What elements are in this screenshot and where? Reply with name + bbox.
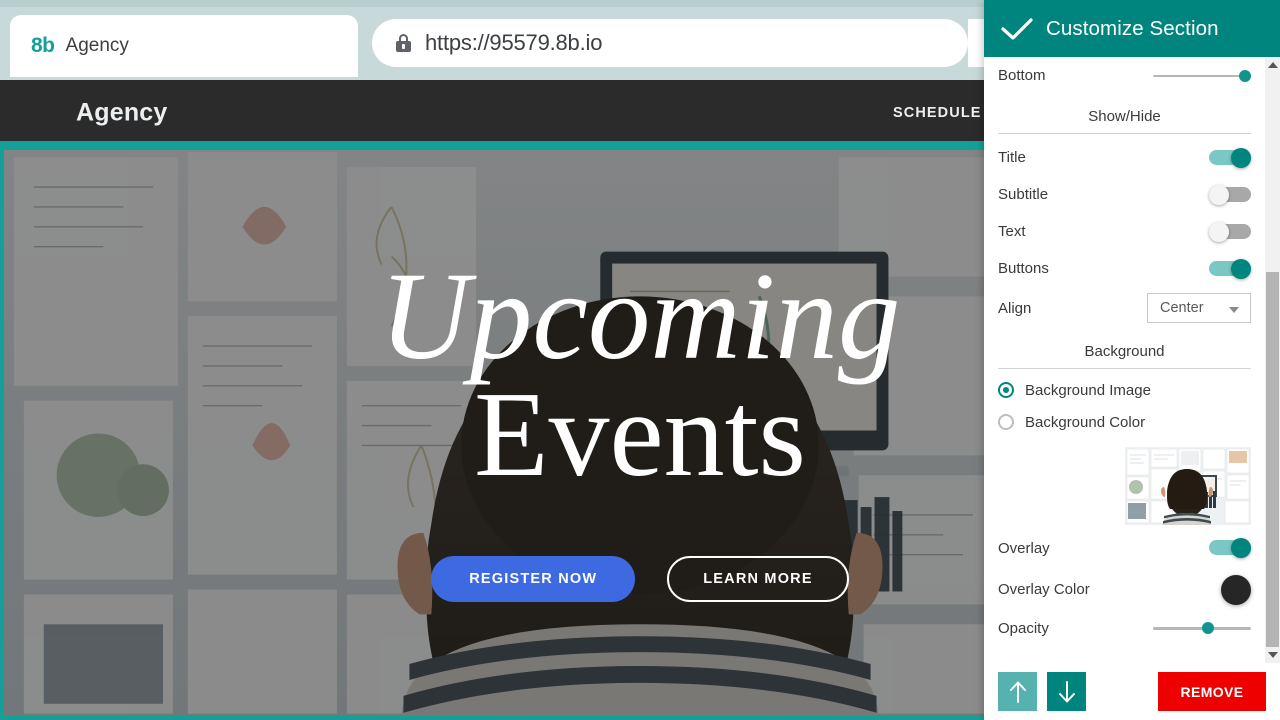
app-root: 8b Agency https://95579.8b.io Agency SCH… [0, 0, 1280, 720]
check-icon[interactable] [999, 15, 1035, 43]
toggle-row-text: Text [998, 213, 1251, 250]
browser-tab[interactable]: 8b Agency [10, 15, 358, 77]
arrow-down-icon [1058, 680, 1075, 702]
radio-label-background-color: Background Color [1025, 413, 1146, 431]
bottom-spacing-slider[interactable] [1153, 67, 1251, 85]
background-section-label: Background [998, 329, 1251, 369]
toggle-subtitle[interactable] [1209, 184, 1251, 205]
address-bar[interactable]: https://95579.8b.io [372, 19, 968, 67]
scrollbar-up-arrow-icon[interactable] [1265, 57, 1280, 73]
tab-title: Agency [65, 35, 129, 56]
align-select[interactable]: Center [1147, 293, 1251, 323]
overlay-label: Overlay [998, 539, 1050, 557]
tab-favicon-8b: 8b [31, 34, 55, 57]
toggle-label-text: Text [998, 223, 1026, 240]
nav-link-schedule[interactable]: SCHEDULE [893, 105, 982, 121]
opacity-slider[interactable] [1153, 619, 1251, 637]
hero-title-line1: Upcoming [379, 247, 901, 386]
toggle-label-subtitle: Subtitle [998, 186, 1049, 203]
toggle-overlay[interactable] [1209, 538, 1251, 558]
scrollbar-down-arrow-icon[interactable] [1265, 647, 1280, 663]
opacity-label: Opacity [998, 619, 1049, 637]
overlay-color-row: Overlay Color [998, 571, 1251, 608]
move-section-up-button[interactable] [998, 672, 1037, 711]
bottom-spacing-row: Bottom [998, 57, 1251, 94]
radio-background-image[interactable] [998, 382, 1014, 398]
panel-header: Customize Section [984, 0, 1280, 57]
radio-label-background-image: Background Image [1025, 381, 1151, 399]
url-text: https://95579.8b.io [425, 30, 603, 55]
remove-section-button[interactable]: REMOVE [1158, 672, 1266, 711]
panel-body: Bottom Show/Hide Title Subtitle Text But… [984, 57, 1265, 663]
toggle-row-title: Title [998, 139, 1251, 176]
chevron-down-icon [1229, 307, 1239, 313]
toggle-buttons[interactable] [1209, 258, 1251, 279]
background-image-thumbnail[interactable] [1125, 447, 1251, 525]
register-now-button[interactable]: REGISTER NOW [431, 555, 636, 602]
overlay-color-swatch[interactable] [1221, 574, 1251, 605]
opacity-row: Opacity [998, 608, 1251, 648]
toggle-row-subtitle: Subtitle [998, 176, 1251, 213]
panel-footer: REMOVE [984, 663, 1280, 720]
radio-row-background-image[interactable]: Background Image [998, 374, 1251, 406]
toggle-text[interactable] [1209, 221, 1251, 242]
panel-title: Customize Section [1046, 16, 1219, 40]
radio-background-color[interactable] [998, 414, 1014, 430]
radio-row-background-color[interactable]: Background Color [998, 406, 1251, 438]
panel-scrollbar[interactable] [1265, 57, 1280, 663]
background-thumbnail-wrap [998, 438, 1251, 525]
toggle-label-title: Title [998, 149, 1026, 166]
align-row: Align Center [998, 287, 1251, 329]
toggle-title[interactable] [1209, 147, 1251, 168]
bottom-spacing-label: Bottom [998, 67, 1046, 84]
align-label: Align [998, 299, 1032, 317]
customize-section-panel: Customize Section Bottom Show/Hide Title… [984, 0, 1280, 720]
move-section-down-button[interactable] [1047, 672, 1086, 711]
toggle-label-buttons: Buttons [998, 260, 1049, 277]
hero-title: Upcoming Events [379, 247, 901, 502]
showhide-section-label: Show/Hide [998, 94, 1251, 134]
align-selected-value: Center [1160, 300, 1204, 316]
lock-icon [396, 34, 411, 52]
overlay-color-label: Overlay Color [998, 581, 1090, 598]
toggle-row-buttons: Buttons [998, 250, 1251, 287]
learn-more-button[interactable]: LEARN MORE [667, 555, 849, 602]
hero-buttons: REGISTER NOW LEARN MORE [431, 555, 849, 602]
scrollbar-thumb[interactable] [1266, 272, 1279, 647]
site-brand[interactable]: Agency [76, 98, 168, 127]
overlay-row: Overlay [998, 525, 1251, 571]
hero-title-line2: Events [473, 366, 807, 502]
arrow-up-icon [1009, 681, 1026, 703]
